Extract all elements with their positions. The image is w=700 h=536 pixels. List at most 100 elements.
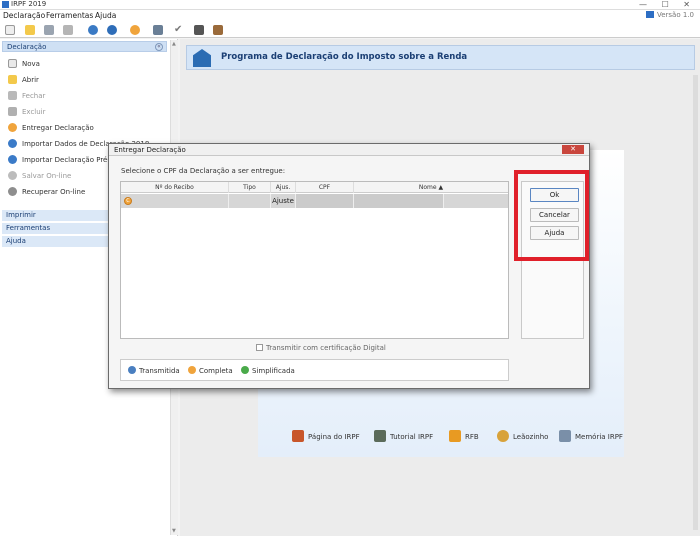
legend-completa: Completa: [188, 366, 233, 376]
column-header-cpf[interactable]: CPF: [296, 182, 354, 193]
import-icon: [8, 139, 17, 148]
dialog-titlebar: Entregar Declaração ✕: [109, 144, 589, 156]
folder-closed-icon: [8, 91, 17, 100]
memory-icon: [559, 430, 571, 442]
app-logo-icon: [2, 1, 9, 8]
link-label: Página do IRPF: [308, 433, 360, 441]
link-rfb[interactable]: RFB: [449, 427, 479, 447]
column-header-ajuste[interactable]: Ajus.: [271, 182, 296, 193]
legend-label: Simplificada: [252, 367, 295, 375]
new-doc-icon[interactable]: [5, 25, 15, 35]
cell-recibo: C: [121, 194, 229, 208]
sidebar-item-fechar[interactable]: Fechar: [8, 90, 45, 102]
collapse-icon[interactable]: «: [155, 43, 163, 51]
sidebar-item-label: Salvar On-line: [22, 172, 72, 180]
lion-icon: [497, 430, 509, 442]
table-header: Nº do Recibo Tipo Ajus. CPF Nome ▲: [121, 182, 508, 193]
window-controls[interactable]: — ☐ ✕: [639, 0, 696, 9]
import-prefilled-icon: [8, 155, 17, 164]
book-icon[interactable]: [213, 25, 223, 35]
deliver-icon: [8, 123, 17, 132]
sidebar-item-abrir[interactable]: Abrir: [8, 74, 39, 86]
sidebar-item-label: Abrir: [22, 76, 39, 84]
sidebar-item-salvar-online[interactable]: Salvar On-line: [8, 170, 71, 182]
sidebar-item-label: Nova: [22, 60, 40, 68]
column-header-recibo[interactable]: Nº do Recibo: [121, 182, 229, 193]
sidebar-item-entregar[interactable]: Entregar Declaração: [8, 122, 94, 134]
digital-certificate-label: Transmitir com certificação Digital: [266, 344, 386, 352]
rfb-house-icon: [449, 430, 461, 442]
toolbar: ✔: [0, 22, 700, 38]
declarations-table: Nº do Recibo Tipo Ajus. CPF Nome ▲ C Aju…: [120, 181, 509, 339]
digital-certificate-option[interactable]: Transmitir com certificação Digital: [256, 344, 386, 352]
link-label: Leãozinho: [513, 433, 549, 441]
version-label: Versão 1.0: [645, 11, 694, 19]
status-legend: Transmitida Completa Simplificada: [120, 359, 509, 381]
menu-declaracao[interactable]: Declaração: [3, 11, 45, 21]
highlight-frame: [514, 170, 589, 261]
table-row[interactable]: C Ajuste: [121, 194, 508, 208]
window-title: IRPF 2019: [11, 0, 47, 8]
cell-ajuste: Ajuste: [271, 194, 296, 208]
trash-icon: [8, 107, 17, 116]
link-memoria[interactable]: Memória IRPF: [559, 427, 623, 447]
legend-simplificada: Simplificada: [241, 366, 295, 376]
sidebar-header-label: Declaração: [7, 43, 47, 51]
irpf-page-icon: [292, 430, 304, 442]
dialog-instruction: Selecione o CPF da Declaração a ser entr…: [121, 167, 286, 175]
version-text: Versão 1.0: [656, 11, 694, 19]
import-icon[interactable]: [88, 25, 98, 35]
simplificada-icon: [241, 366, 249, 374]
sidebar-item-excluir[interactable]: Excluir: [8, 106, 46, 118]
sidebar-item-label: Recuperar On-line: [22, 188, 86, 196]
folder-closed-icon[interactable]: [44, 25, 54, 35]
import-prefilled-icon[interactable]: [107, 25, 117, 35]
cell-cpf: [296, 194, 354, 208]
cell-nome: [354, 194, 444, 208]
sidebar-item-nova[interactable]: Nova: [8, 58, 40, 70]
digital-certificate-checkbox[interactable]: [256, 344, 263, 351]
link-label: Memória IRPF: [575, 433, 623, 441]
link-pagina-irpf[interactable]: Página do IRPF: [292, 427, 360, 447]
completa-icon: [188, 366, 196, 374]
legend-transmitida: Transmitida: [128, 366, 180, 376]
menu-bar: Declaração Ferramentas Ajuda Versão 1.0: [0, 10, 700, 22]
menu-ajuda[interactable]: Ajuda: [95, 11, 116, 21]
sidebar-header-declaracao[interactable]: Declaração «: [2, 41, 167, 52]
sidebar-item-label: Fechar: [22, 92, 46, 100]
scroll-down-icon[interactable]: ▼: [172, 528, 176, 534]
link-label: RFB: [465, 433, 479, 441]
link-leaozinho[interactable]: Leãozinho: [497, 427, 548, 447]
legend-label: Transmitida: [139, 367, 180, 375]
link-tutorial[interactable]: Tutorial IRPF: [374, 427, 433, 447]
column-header-nome[interactable]: Nome ▲: [354, 182, 508, 193]
window-titlebar: IRPF 2019 — ☐ ✕: [0, 0, 700, 10]
sidebar-item-recuperar-online[interactable]: Recuperar On-line: [8, 186, 85, 198]
folder-open-icon[interactable]: [25, 25, 35, 35]
calculator-icon[interactable]: [194, 25, 204, 35]
link-label: Tutorial IRPF: [390, 433, 434, 441]
main-scrollbar[interactable]: [693, 75, 698, 530]
version-icon: [645, 11, 654, 18]
sidebar-item-label: Excluir: [22, 108, 46, 116]
deliver-icon[interactable]: [130, 25, 140, 35]
column-header-tipo[interactable]: Tipo: [229, 182, 271, 193]
new-doc-icon: [8, 59, 17, 68]
page-title: Programa de Declaração do Imposto sobre …: [221, 52, 468, 62]
status-completa-icon: C: [124, 197, 132, 205]
main-header: Programa de Declaração do Imposto sobre …: [186, 45, 695, 70]
sidebar-item-label: Entregar Declaração: [22, 124, 94, 132]
close-icon[interactable]: ✕: [562, 145, 584, 154]
receita-logo-icon: [193, 49, 211, 67]
transmitida-icon: [128, 366, 136, 374]
trash-icon[interactable]: [63, 25, 73, 35]
print-icon[interactable]: [153, 25, 163, 35]
menu-ferramentas[interactable]: Ferramentas: [46, 11, 93, 21]
cell-tipo: [229, 194, 271, 208]
legend-label: Completa: [199, 367, 233, 375]
cloud-restore-icon: [8, 187, 17, 196]
check-icon[interactable]: ✔: [174, 25, 184, 35]
scroll-up-icon[interactable]: ▲: [172, 41, 176, 47]
cloud-save-icon: [8, 171, 17, 180]
dialog-title: Entregar Declaração: [114, 146, 186, 154]
